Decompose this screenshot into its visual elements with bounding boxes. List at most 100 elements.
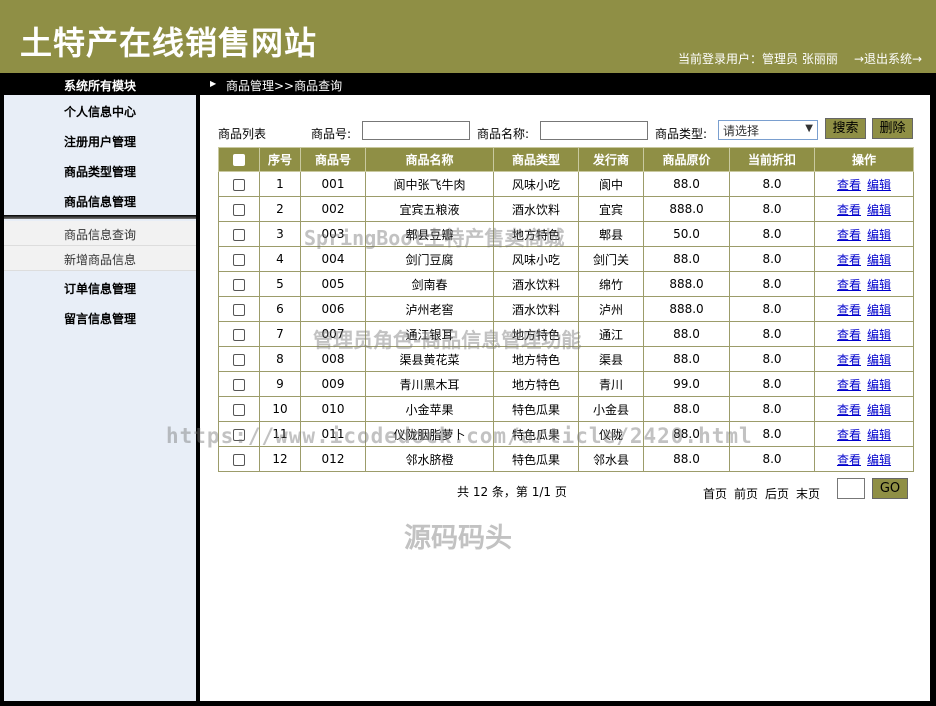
view-link[interactable]: 查看 [837,278,861,292]
column-header: 发行商 [578,147,644,172]
sidebar-item-profile[interactable]: 个人信息中心 [64,103,136,120]
edit-link[interactable]: 编辑 [867,228,891,242]
select-all-cell[interactable] [218,147,260,172]
edit-link[interactable]: 编辑 [867,278,891,292]
row-index-cell: 6 [259,296,301,322]
product-no-cell: 003 [300,221,366,247]
row-select-cell[interactable] [218,421,260,447]
edit-link[interactable]: 编辑 [867,453,891,467]
product-name-cell: 泸州老窖 [365,296,494,322]
edit-link[interactable]: 编辑 [867,378,891,392]
row-select-cell[interactable] [218,346,260,372]
view-link[interactable]: 查看 [837,428,861,442]
product-table: 序号 商品号 商品名称 商品类型 发行商 商品原价 当前折扣 操作 1 001 阆中… [218,147,914,472]
actions-cell: 查看 编辑 [814,271,914,297]
product-type-cell: 酒水饮料 [493,271,579,297]
sidebar-sub-label-query[interactable]: 商品信息查询 [64,226,136,243]
product-type-cell: 酒水饮料 [493,196,579,222]
row-checkbox[interactable] [233,228,245,241]
logout-link[interactable]: →退出系统→ [854,50,922,67]
sidebar-item-messages[interactable]: 留言信息管理 [64,310,136,327]
row-checkbox[interactable] [233,203,245,216]
price-cell: 99.0 [643,371,730,397]
edit-link[interactable]: 编辑 [867,403,891,417]
sidebar-divider [4,215,196,219]
edit-link[interactable]: 编辑 [867,353,891,367]
sidebar-item-orders[interactable]: 订单信息管理 [64,280,136,297]
row-select-cell[interactable] [218,246,260,272]
select-value: 请选择 [723,124,760,138]
prev-page-link[interactable]: 前页 [734,485,758,502]
product-no-cell: 005 [300,271,366,297]
last-page-link[interactable]: 末页 [796,485,820,502]
go-button[interactable]: GO [872,478,908,499]
sidebar-sub-label-add[interactable]: 新增商品信息 [64,251,136,268]
view-link[interactable]: 查看 [837,228,861,242]
site-header: 土特产在线销售网站 当前登录用户：管理员 张丽丽 →退出系统→ [0,0,936,73]
row-checkbox[interactable] [233,378,245,391]
row-select-cell[interactable] [218,446,260,472]
price-cell: 88.0 [643,171,730,197]
product-name-input[interactable] [540,121,648,140]
next-page-link[interactable]: 后页 [765,485,789,502]
row-select-cell[interactable] [218,171,260,197]
row-checkbox[interactable] [233,178,245,191]
view-link[interactable]: 查看 [837,253,861,267]
sidebar-sub-item[interactable]: 商品信息查询 [4,221,196,246]
view-link[interactable]: 查看 [837,303,861,317]
view-link[interactable]: 查看 [837,203,861,217]
row-checkbox[interactable] [233,453,245,466]
publisher-cell: 宜宾 [578,196,644,222]
site-title: 土特产在线销售网站 [20,24,318,62]
edit-link[interactable]: 编辑 [867,303,891,317]
column-header: 当前折扣 [729,147,815,172]
sidebar-sub-item[interactable]: 新增商品信息 [4,246,196,271]
first-page-link[interactable]: 首页 [703,485,727,502]
product-type-select[interactable]: 请选择 ▼ [718,120,818,140]
row-index-cell: 12 [259,446,301,472]
edit-link[interactable]: 编辑 [867,178,891,192]
row-checkbox[interactable] [233,353,245,366]
row-checkbox[interactable] [233,428,245,441]
discount-cell: 8.0 [729,371,815,397]
search-button[interactable]: 搜索 [825,118,866,139]
list-label: 商品列表 [218,127,267,141]
row-select-cell[interactable] [218,321,260,347]
row-select-cell[interactable] [218,271,260,297]
row-select-cell[interactable] [218,221,260,247]
discount-cell: 8.0 [729,446,815,472]
sidebar-item-product-types[interactable]: 商品类型管理 [64,163,136,180]
column-header: 商品原价 [643,147,730,172]
delete-button[interactable]: 删除 [872,118,913,139]
row-select-cell[interactable] [218,296,260,322]
row-select-cell[interactable] [218,196,260,222]
product-no-input[interactable] [362,121,470,140]
edit-link[interactable]: 编辑 [867,328,891,342]
view-link[interactable]: 查看 [837,403,861,417]
row-checkbox[interactable] [233,303,245,316]
actions-cell: 查看 编辑 [814,171,914,197]
view-link[interactable]: 查看 [837,328,861,342]
view-link[interactable]: 查看 [837,378,861,392]
publisher-cell: 通江 [578,321,644,347]
discount-cell: 8.0 [729,196,815,222]
view-link[interactable]: 查看 [837,353,861,367]
page-number-input[interactable] [837,478,865,499]
row-checkbox[interactable] [233,278,245,291]
view-link[interactable]: 查看 [837,178,861,192]
edit-link[interactable]: 编辑 [867,428,891,442]
view-link[interactable]: 查看 [837,453,861,467]
row-checkbox[interactable] [233,403,245,416]
edit-link[interactable]: 编辑 [867,253,891,267]
row-checkbox[interactable] [233,328,245,341]
edit-link[interactable]: 编辑 [867,203,891,217]
triangle-right-icon: ▶ [210,79,217,88]
product-type-label: 商品类型: [655,127,708,141]
select-all-checkbox[interactable] [233,154,245,166]
sidebar-item-products[interactable]: 商品信息管理 [64,193,136,210]
row-checkbox[interactable] [233,253,245,266]
row-select-cell[interactable] [218,371,260,397]
sidebar-item-users[interactable]: 注册用户管理 [64,133,136,150]
row-index-cell: 5 [259,271,301,297]
row-select-cell[interactable] [218,396,260,422]
